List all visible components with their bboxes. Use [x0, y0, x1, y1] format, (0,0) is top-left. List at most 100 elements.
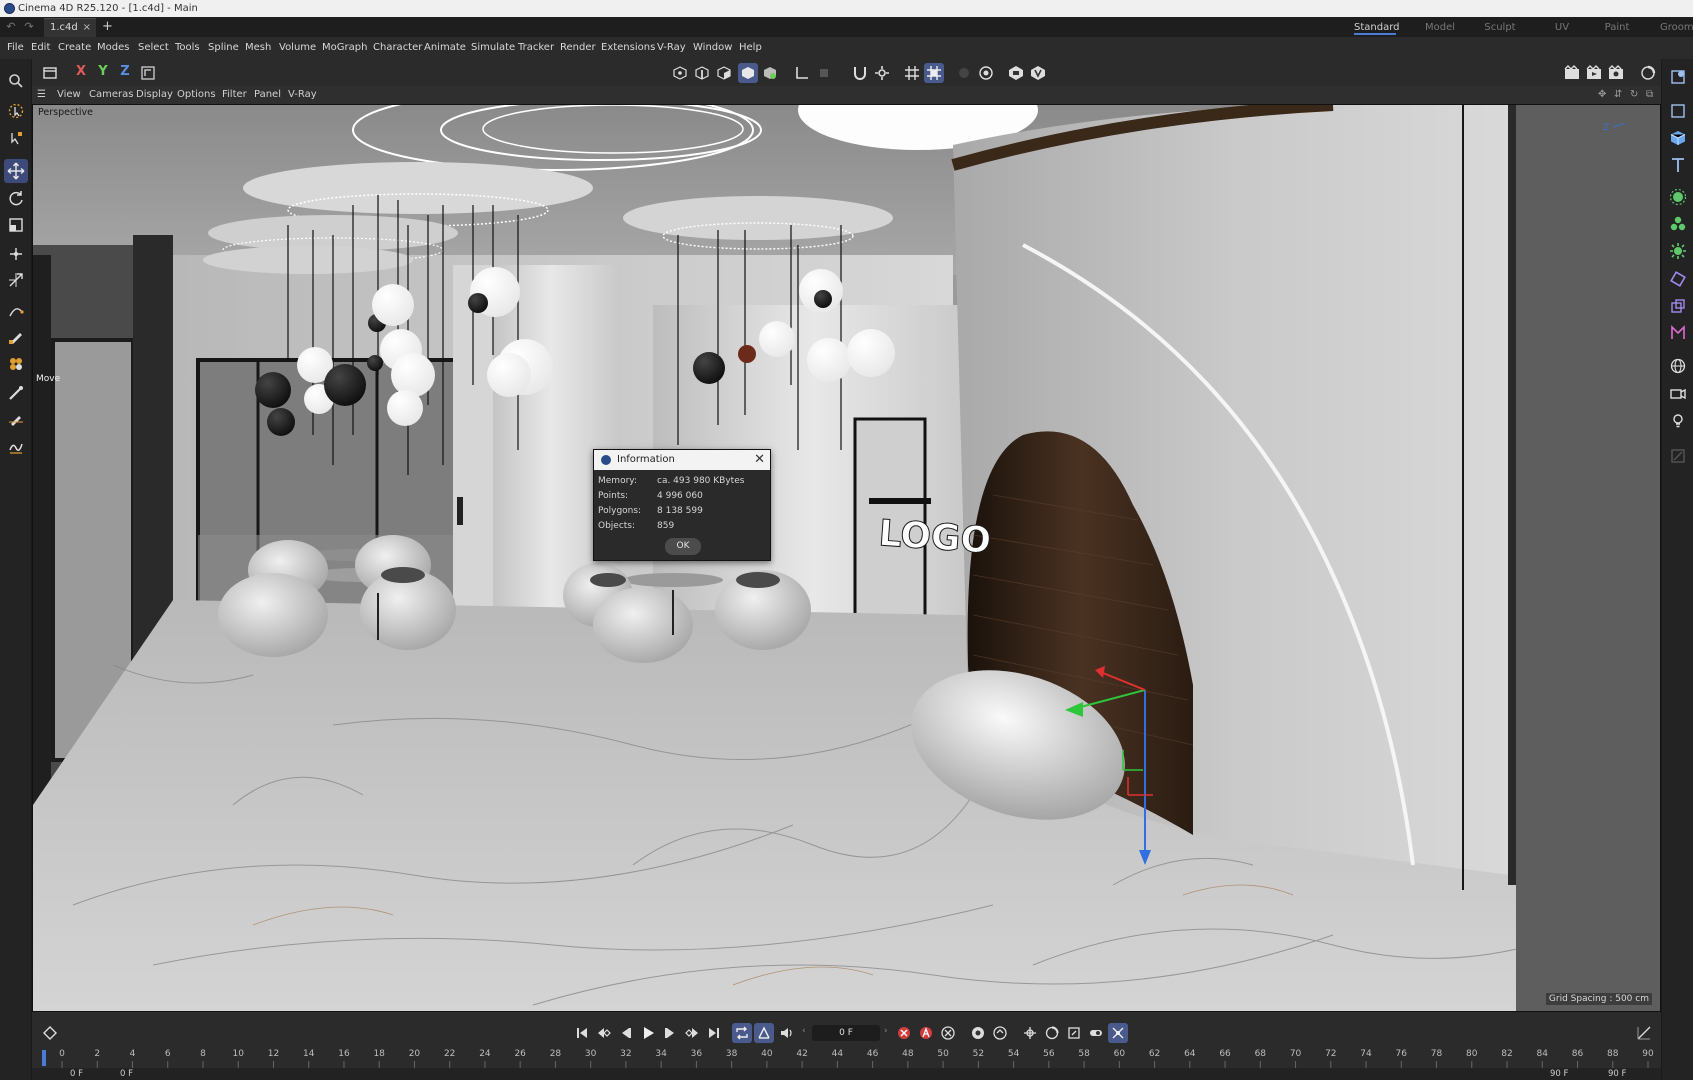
field-icon[interactable]	[1666, 294, 1690, 318]
layout-tab-sculpt[interactable]: Sculpt	[1484, 20, 1516, 35]
next-frame-icon[interactable]	[660, 1023, 680, 1043]
close-icon[interactable]: ✕	[754, 451, 765, 469]
menu-spline[interactable]: Spline	[208, 41, 239, 55]
light-icon[interactable]	[1666, 408, 1690, 432]
points-mode-icon[interactable]	[670, 63, 690, 83]
menu-edit[interactable]: Edit	[31, 41, 50, 55]
magnet-snap-icon[interactable]	[850, 63, 870, 83]
viewport-menu-cameras[interactable]: Cameras	[89, 88, 133, 102]
volume-builder-icon[interactable]	[1666, 321, 1690, 345]
environment-icon[interactable]	[1666, 354, 1690, 378]
sketch-tool-icon[interactable]	[4, 325, 28, 349]
menu-animate[interactable]: Animate	[424, 41, 466, 55]
motion-system-icon[interactable]	[968, 1023, 988, 1043]
live-selection-icon[interactable]	[4, 99, 28, 123]
undo-icon[interactable]: ↶	[4, 20, 18, 34]
solo-mode-icon[interactable]	[954, 63, 974, 83]
render-settings-icon[interactable]	[1606, 63, 1626, 83]
generator-icon[interactable]	[1666, 185, 1690, 209]
cube-icon[interactable]	[1666, 126, 1690, 150]
text-spline-icon[interactable]	[1666, 153, 1690, 177]
layout-tab-paint[interactable]: Paint	[1604, 20, 1630, 35]
timeline-ruler[interactable]: 0 2 4 6 8 10 12 14 16 18 20 22 24 26 28 30 32 34 36 38 40 42 4…	[32, 1048, 1661, 1068]
viewport-menu-options[interactable]: Options	[177, 88, 216, 102]
go-to-end-icon[interactable]	[704, 1023, 724, 1043]
sound-icon[interactable]	[776, 1023, 796, 1043]
viewport-menu-vray[interactable]: V-Ray	[288, 88, 317, 102]
polygons-mode-icon[interactable]	[714, 63, 734, 83]
next-key-icon[interactable]	[682, 1023, 702, 1043]
frame-increment-icon[interactable]: ›	[884, 1026, 888, 1036]
render-to-picture-viewer-icon[interactable]	[1584, 63, 1604, 83]
menu-mesh[interactable]: Mesh	[245, 41, 271, 55]
layout-tab-groom[interactable]: Groom	[1660, 20, 1693, 35]
uv-mode-icon[interactable]	[760, 63, 780, 83]
scale-tool-icon[interactable]	[4, 213, 28, 237]
viewport-menu-filter[interactable]: Filter	[222, 88, 247, 102]
range-preview-start-field[interactable]: 0 F	[120, 1068, 133, 1080]
information-dialog[interactable]: Information ✕ Memory: ca. 493 980 KBytes…	[593, 449, 771, 561]
object-manager-icon[interactable]	[1666, 65, 1690, 89]
menu-vray[interactable]: V-Ray	[657, 41, 686, 55]
menu-select[interactable]: Select	[138, 41, 169, 55]
3d-viewport[interactable]: Perspective LOGO Z Move Grid Spacing: 5…	[32, 104, 1661, 1012]
cloner-icon[interactable]	[1666, 212, 1690, 236]
model-mode-icon[interactable]	[738, 63, 758, 83]
search-icon[interactable]	[4, 69, 28, 93]
current-frame-field[interactable]: 0 F	[812, 1025, 880, 1041]
go-to-start-icon[interactable]	[572, 1023, 592, 1043]
render-view-icon[interactable]	[1562, 63, 1582, 83]
move-tool-icon[interactable]	[4, 159, 28, 183]
layout-tab-model[interactable]: Model	[1424, 20, 1456, 35]
menu-help[interactable]: Help	[739, 41, 762, 55]
previous-frame-icon[interactable]	[616, 1023, 636, 1043]
menu-tracker[interactable]: Tracker	[518, 41, 554, 55]
menu-character[interactable]: Character	[373, 41, 422, 55]
square-primitive-icon[interactable]	[1666, 99, 1690, 123]
menu-mograph[interactable]: MoGraph	[322, 41, 367, 55]
keyframe-icon[interactable]	[40, 1023, 60, 1043]
frame-decrement-icon[interactable]: ‹	[802, 1026, 806, 1036]
frame-range-bar[interactable]: 0 F 0 F 90 F 90 F	[32, 1068, 1661, 1080]
menu-extensions[interactable]: Extensions	[601, 41, 655, 55]
move-selection-icon[interactable]	[4, 126, 28, 150]
timeline-settings-icon[interactable]	[990, 1023, 1010, 1043]
render-region-icon[interactable]	[1006, 63, 1026, 83]
fcurve-icon[interactable]	[1634, 1023, 1654, 1043]
effector-icon[interactable]	[1666, 239, 1690, 263]
rotate-tool-icon[interactable]	[4, 186, 28, 210]
viewport-menu-display[interactable]: Display	[136, 88, 173, 102]
range-end-field[interactable]: 90 F	[1608, 1068, 1626, 1080]
range-preview-end-field[interactable]: 90 F	[1550, 1068, 1568, 1080]
layout-tab-uv-edit[interactable]: UV Edit	[1544, 20, 1580, 48]
render-queue-icon[interactable]	[1638, 63, 1658, 83]
x-axis-lock-button[interactable]: X	[72, 63, 90, 81]
play-icon[interactable]	[638, 1023, 658, 1043]
z-axis-lock-button[interactable]: Z	[116, 63, 134, 81]
viewport-menu-view[interactable]: View	[57, 88, 81, 102]
menu-create[interactable]: Create	[58, 41, 91, 55]
layout-tab-standard[interactable]: Standard	[1354, 20, 1400, 35]
menu-modes[interactable]: Modes	[97, 41, 129, 55]
deformer-icon[interactable]	[1666, 267, 1690, 291]
snap-scale-icon[interactable]	[4, 268, 28, 292]
redo-icon[interactable]: ↷	[22, 20, 36, 34]
workplane-icon[interactable]	[924, 63, 944, 83]
playback-rate-icon[interactable]	[754, 1023, 774, 1043]
previous-key-icon[interactable]	[594, 1023, 614, 1043]
parameter-key-icon[interactable]	[1086, 1023, 1106, 1043]
undo-stack-icon[interactable]	[40, 63, 60, 83]
viewport-dolly-icon[interactable]: ⇵	[1614, 88, 1622, 102]
range-start-field[interactable]: 0 F	[70, 1068, 83, 1080]
keyframe-selection-icon[interactable]	[938, 1023, 958, 1043]
brush-tool-icon[interactable]	[4, 381, 28, 405]
autokey-icon[interactable]	[916, 1023, 936, 1043]
add-tab-icon[interactable]: +	[102, 18, 113, 36]
coordinate-system-icon[interactable]	[138, 63, 158, 83]
viewport-menu-panel[interactable]: Panel	[254, 88, 281, 102]
menu-simulate[interactable]: Simulate	[471, 41, 515, 55]
camera-icon[interactable]	[1666, 381, 1690, 405]
grid-snap-icon[interactable]	[902, 63, 922, 83]
menu-volume[interactable]: Volume	[279, 41, 316, 55]
rotation-key-icon[interactable]	[1042, 1023, 1062, 1043]
